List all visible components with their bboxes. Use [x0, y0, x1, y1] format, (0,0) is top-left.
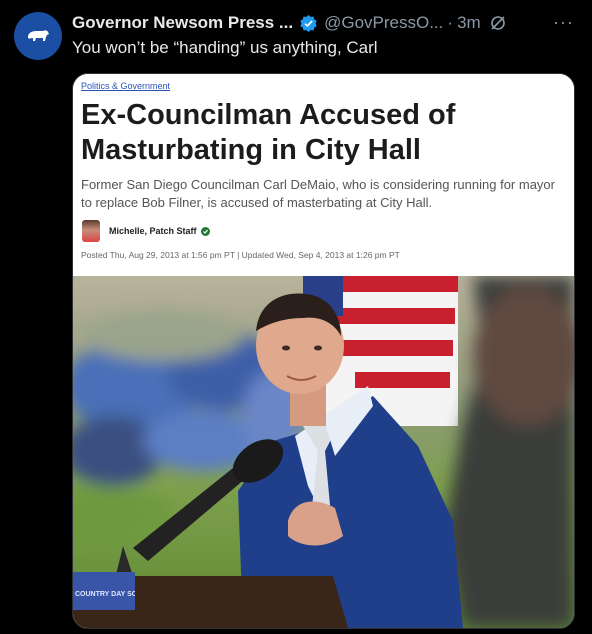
author-name: Michelle, Patch Staff — [109, 226, 197, 236]
tweet-text: You won’t be “handing” us anything, Carl — [72, 38, 378, 57]
display-name[interactable]: Governor Newsom Press ... — [72, 13, 293, 33]
profile-avatar[interactable] — [14, 12, 62, 60]
staff-badge-icon — [200, 226, 210, 236]
article-headline: Ex-Councilman Accused of Masturbating in… — [81, 99, 456, 166]
grok-icon[interactable] — [489, 14, 507, 32]
more-options-icon[interactable]: ··· — [553, 12, 574, 33]
user-handle[interactable]: @GovPressO... — [324, 13, 443, 33]
bear-icon — [28, 30, 49, 41]
tweet-header: Governor Newsom Press ... @GovPressO... … — [72, 12, 582, 34]
article-category: Politics & Government — [81, 81, 171, 91]
podium-sign-text: COUNTRY DAY SCHOOL — [75, 591, 135, 598]
article-photo: COUNTRY DAY SCHOOL — [73, 276, 574, 628]
author-row: Michelle, Patch Staff — [82, 220, 210, 242]
verified-badge-icon — [299, 14, 318, 33]
article-dates: Posted Thu, Aug 29, 2013 at 1:56 pm PT |… — [81, 250, 400, 260]
separator-dot: · — [447, 13, 454, 32]
article-screenshot: Politics & Government Ex-Councilman Accu… — [73, 74, 574, 276]
timestamp[interactable]: 3m — [457, 13, 481, 33]
article-dek: Former San Diego Councilman Carl DeMaio,… — [81, 177, 555, 210]
image-card[interactable]: Politics & Government Ex-Councilman Accu… — [72, 73, 575, 629]
author-avatar — [82, 220, 100, 242]
